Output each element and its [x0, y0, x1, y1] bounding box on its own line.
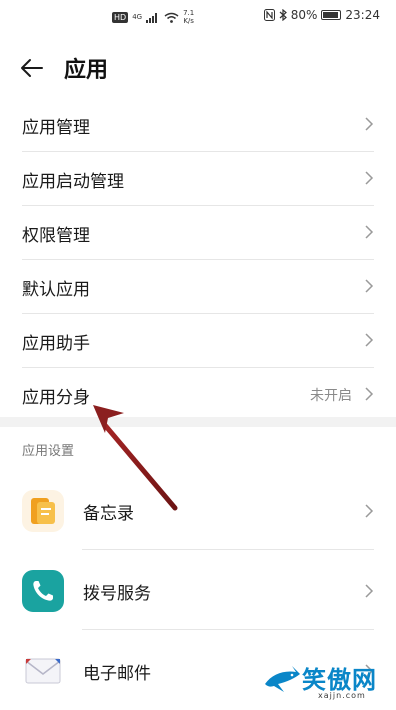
chevron-right-icon	[365, 171, 374, 185]
app-label: 备忘录	[83, 504, 134, 524]
menu-list: 应用管理 应用启动管理 权限管理 默认应用 应用助手 应用分身 未开启	[0, 98, 396, 421]
nfc-icon	[263, 9, 275, 21]
chevron-right-icon	[365, 504, 374, 518]
menu-item-label: 应用启动管理	[22, 172, 124, 192]
page-title: 应用	[64, 58, 109, 83]
menu-item-label: 应用分身	[22, 388, 90, 408]
hd-badge: HD	[112, 11, 129, 23]
shark-logo-icon	[265, 666, 300, 692]
app-label: 拨号服务	[83, 584, 151, 604]
wifi-icon	[164, 12, 179, 23]
battery-icon	[321, 10, 342, 20]
menu-item-default-apps[interactable]: 默认应用	[22, 260, 374, 314]
status-left: HD 4G 7.1 K/s	[112, 9, 194, 25]
menu-item-label: 权限管理	[22, 226, 90, 246]
menu-item-label: 应用助手	[22, 334, 90, 354]
section-title: 应用设置	[22, 444, 75, 459]
chevron-right-icon	[365, 225, 374, 239]
bluetooth-icon	[279, 9, 287, 21]
watermark-brand: 笑傲网	[302, 666, 377, 694]
chevron-right-icon	[365, 117, 374, 131]
back-arrow-icon[interactable]	[18, 54, 46, 82]
menu-item-label: 默认应用	[22, 280, 90, 300]
net-speed-unit: K/s	[183, 17, 194, 25]
watermark-url: xajjn.com	[318, 691, 366, 700]
header: 应用	[0, 44, 396, 92]
watermark: 笑傲网 xajjn.com	[262, 660, 396, 707]
menu-item-app-assistant[interactable]: 应用助手	[22, 314, 374, 368]
chevron-right-icon	[365, 387, 374, 401]
menu-item-status: 未开启	[310, 388, 352, 404]
signal-icon	[146, 12, 158, 23]
battery-percent: 80%	[290, 8, 318, 22]
chevron-right-icon	[365, 279, 374, 293]
clock: 23:24	[345, 8, 380, 22]
app-item-memo[interactable]: 备忘录	[22, 470, 374, 550]
mail-icon	[22, 650, 64, 692]
menu-item-label: 应用管理	[22, 118, 90, 138]
menu-item-startup-management[interactable]: 应用启动管理	[22, 152, 374, 206]
net-speed-value: 7.1	[183, 9, 195, 17]
section-divider	[0, 417, 396, 427]
menu-item-permission-management[interactable]: 权限管理	[22, 206, 374, 260]
chevron-right-icon	[365, 584, 374, 598]
net-speed: 7.1 K/s	[183, 9, 194, 25]
status-bar: HD 4G 7.1 K/s 80% 23:24	[0, 0, 396, 32]
chevron-right-icon	[365, 333, 374, 347]
menu-item-app-twin[interactable]: 应用分身 未开启	[22, 368, 374, 421]
network-type: 4G	[132, 13, 143, 21]
phone-icon	[22, 570, 64, 612]
menu-item-app-management[interactable]: 应用管理	[22, 98, 374, 152]
memo-icon	[22, 490, 64, 532]
app-item-dialer[interactable]: 拨号服务	[22, 550, 374, 630]
app-label: 电子邮件	[83, 664, 151, 684]
status-right: 80% 23:24	[263, 8, 380, 22]
